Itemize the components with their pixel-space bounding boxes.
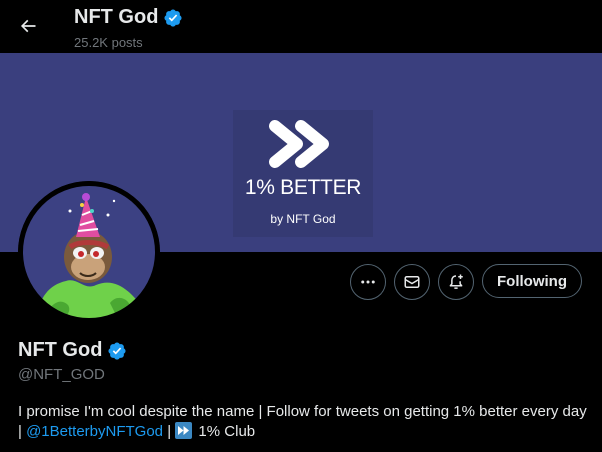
message-button[interactable] xyxy=(394,264,430,300)
profile-name: NFT God xyxy=(18,339,103,361)
post-count: 25.2K posts xyxy=(74,35,143,50)
profile-handle: @NFT_GOD xyxy=(18,366,105,383)
banner-subtitle: by NFT God xyxy=(270,212,336,226)
back-button[interactable] xyxy=(12,10,44,42)
more-icon xyxy=(361,280,375,284)
header-name: NFT God xyxy=(74,6,159,28)
fast-forward-logo-icon xyxy=(269,120,329,168)
more-options-button[interactable] xyxy=(350,264,386,300)
bio-mention-link[interactable]: @1BetterbyNFTGod xyxy=(26,423,163,440)
top-bar: NFT God 25.2K posts xyxy=(0,0,602,53)
verified-badge-icon xyxy=(108,341,126,360)
bio-club-text: 1% Club xyxy=(194,423,256,440)
envelope-icon xyxy=(404,276,420,288)
bell-plus-icon xyxy=(449,274,463,289)
verified-badge-icon xyxy=(164,8,182,27)
avatar[interactable] xyxy=(18,181,160,323)
following-button[interactable]: Following xyxy=(482,264,582,298)
fast-forward-emoji-icon xyxy=(175,422,193,439)
back-arrow-icon xyxy=(20,19,36,33)
avatar-image xyxy=(18,181,160,323)
bio-separator: | xyxy=(163,423,176,440)
header-title: NFT God xyxy=(74,6,183,29)
profile-bio: I promise I'm cool despite the name | Fo… xyxy=(18,402,593,442)
profile-name-row: NFT God xyxy=(18,339,127,362)
notifications-button[interactable] xyxy=(438,264,474,300)
banner-title: 1% BETTER xyxy=(244,176,362,199)
